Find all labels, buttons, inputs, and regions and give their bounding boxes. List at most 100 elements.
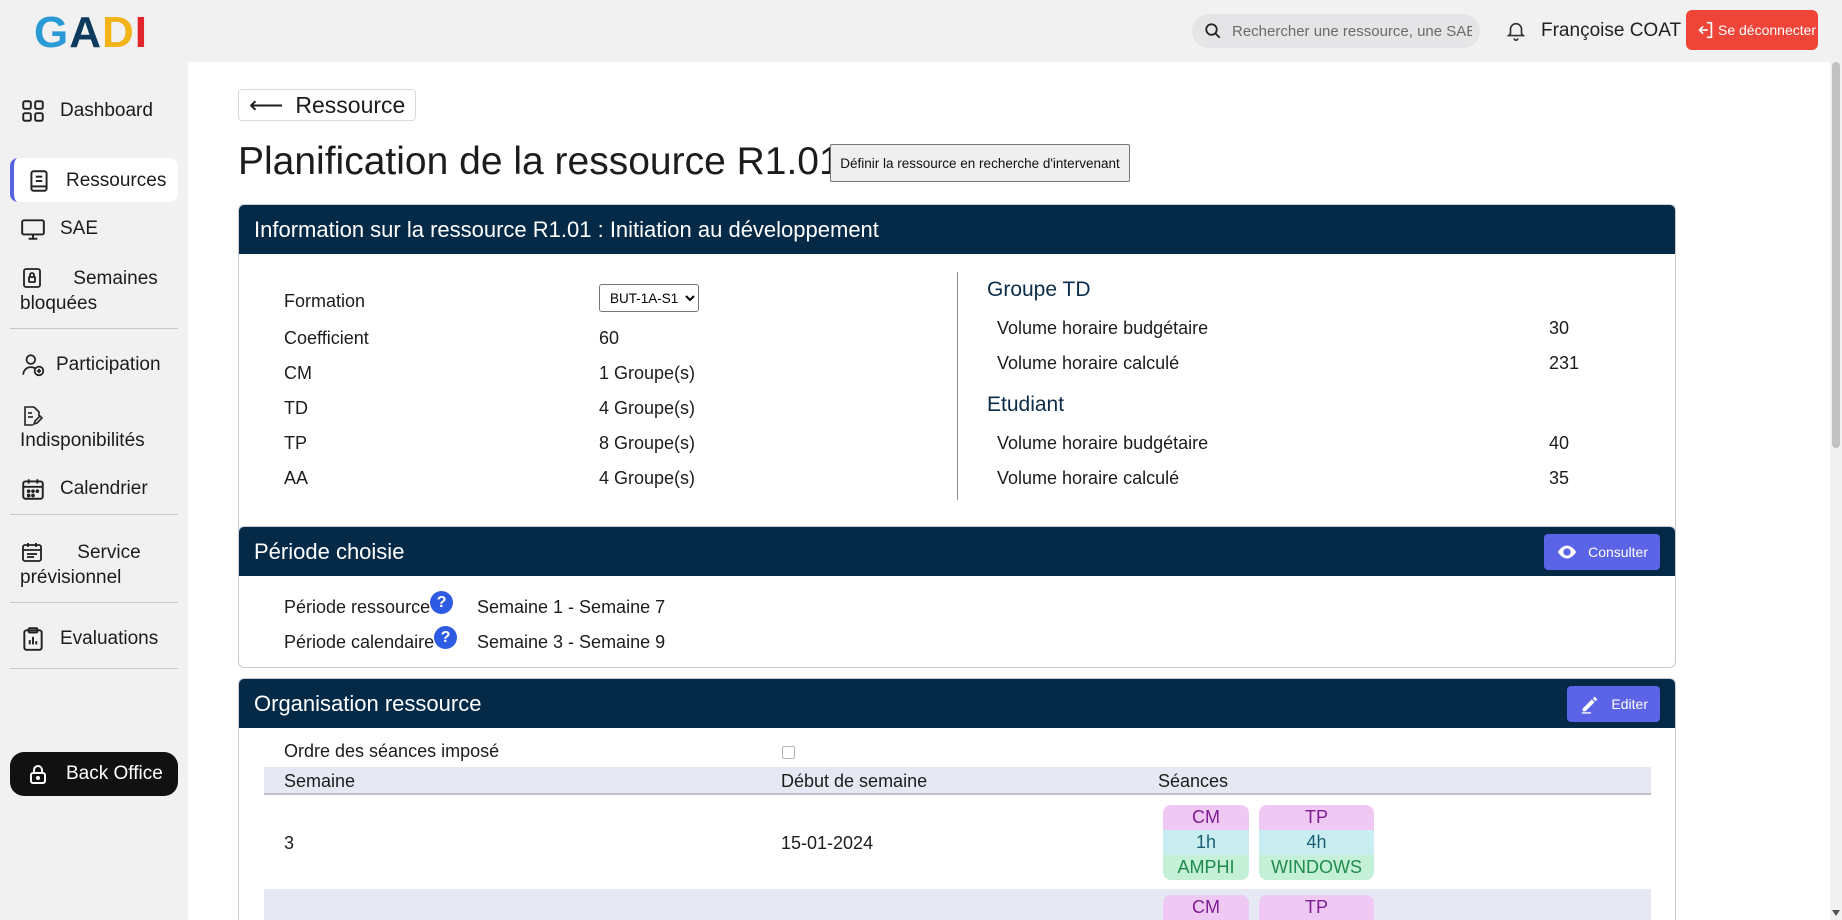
formation-label: Formation [284,291,366,311]
grid-icon [22,100,44,122]
logo-letter: A [69,8,103,57]
logo-letter: G [34,8,70,57]
scrollbar-thumb[interactable] [1832,62,1840,448]
groupe-td-budget-value: 30 [1549,318,1570,338]
eye-icon [1557,545,1577,559]
sidebar-item-label: Indisponibilités [20,430,145,451]
ordre-label: Ordre des séances imposé [284,741,500,761]
sidebar-item-label: Calendrier [60,478,148,499]
coefficient-value: 60 [599,328,620,348]
scroll-down-arrow-icon[interactable] [1832,910,1840,916]
consulter-button[interactable]: Consulter [1544,534,1660,570]
coefficient-label: Coefficient [284,328,369,348]
organisation-card-header: Organisation ressource Editer [239,679,1675,728]
seance-chip[interactable]: CM 1h AMPHI [1163,805,1249,880]
seance-chip[interactable]: TP 4h WINDOWS [1259,805,1374,880]
book-icon [30,170,48,192]
groupe-td-heading: Groupe TD [987,278,1091,301]
consulter-label: Consulter [1588,544,1648,560]
user-add-icon [22,354,45,377]
etudiant-calc-value: 35 [1549,468,1570,488]
groupe-td-calc-value: 231 [1549,353,1580,373]
logo-letter: I [134,8,149,57]
periode-card-title: Période choisie [254,538,405,564]
logout-button[interactable]: Se déconnecter [1686,10,1818,50]
main-content: ⟵ Ressource Planification de la ressourc… [188,62,1830,920]
lock-doc-icon [23,268,41,288]
arrow-left-icon: ⟵ [249,91,284,119]
editer-button[interactable]: Editer [1567,686,1660,722]
seance-type: CM [1163,805,1249,830]
periode-calendaire-label: Période calendaire? [284,626,458,655]
etudiant-budget-label: Volume horaire budgétaire [997,433,1209,453]
bell-icon[interactable] [1505,20,1527,42]
column-header: Semaine [284,771,356,791]
search-bar[interactable] [1192,14,1480,48]
periode-calendaire-text: Période calendaire [284,632,435,652]
groupe-td-budget-label: Volume horaire budgétaire [997,318,1209,338]
sidebar-divider [10,668,178,669]
formation-select[interactable]: BUT-1A-S1 [599,284,699,312]
cm-label: CM [284,363,312,383]
sidebar-item-dashboard[interactable]: Dashboard [10,98,178,124]
periode-ressource-value: Semaine 1 - Semaine 7 [477,597,666,617]
sidebar-item-participation[interactable]: Participation [10,352,178,378]
back-button[interactable]: ⟵ Ressource [238,89,417,121]
page-scrollbar[interactable] [1830,62,1842,920]
app-logo[interactable]: GADI [34,8,148,58]
organisation-card-title: Organisation ressource [254,690,482,716]
pencil-icon [1582,696,1598,714]
user-name[interactable]: Françoise COAT [1541,20,1681,42]
back-office-button[interactable]: Back Office [10,752,178,796]
sidebar: Dashboard Ressources SAE Semaines bloqué… [0,62,188,920]
logo-letter: D [102,8,135,57]
sidebar-item-ressources[interactable]: Ressources [10,158,178,202]
info-card: Information sur la ressource R1.01 : Ini… [238,204,1676,578]
help-icon[interactable]: ? [430,591,454,614]
logout-label: Se déconnecter [1718,22,1817,38]
periode-card: Période choisie Consulter Période ressou… [238,526,1676,668]
periode-ressource-text: Période ressource [284,597,431,617]
sidebar-divider [10,514,178,515]
column-header: Début de semaine [781,771,928,791]
sidebar-item-indisponibilites[interactable]: Indisponibilités [10,404,178,454]
sidebar-item-calendrier[interactable]: Calendrier [10,476,178,502]
seance-salle: AMPHI [1163,855,1249,880]
clipboard-icon [23,627,43,651]
seance-type: CM [1163,895,1249,920]
info-card-title: Information sur la ressource R1.01 : Ini… [254,216,879,242]
sidebar-item-label: Dashboard [60,100,153,121]
td-label: TD [284,398,308,418]
define-search-intervenant-button[interactable]: Définir la ressource en recherche d'inte… [830,144,1130,182]
back-office-label: Back Office [66,763,163,784]
calendar-list-icon [22,543,42,562]
sidebar-item-evaluations[interactable]: Evaluations [10,626,178,652]
aa-label: AA [284,468,309,488]
semaine-cell: 3 [284,833,295,853]
sidebar-item-label: Ressources [66,170,167,191]
seance-duree: 1h [1163,830,1249,855]
periode-calendaire-value: Semaine 3 - Semaine 9 [477,632,666,652]
search-icon [1205,23,1221,39]
groupe-td-calc-label: Volume horaire calculé [997,353,1180,373]
sidebar-item-service-previsionnel[interactable]: Service prévisionnel [10,540,178,590]
seance-chip[interactable]: CM [1163,895,1249,920]
sidebar-item-semaines-bloquees[interactable]: Semaines bloquées [10,266,178,316]
table-row: 3 15-01-2024 CM 1h AMPHI TP 4h WINDOWS [264,797,1651,889]
tp-label: TP [284,433,308,453]
table-header: Semaine Début de semaine Séances [264,767,1651,795]
sidebar-item-sae[interactable]: SAE [10,216,178,242]
seance-duree: 4h [1259,830,1374,855]
td-value: 4 Groupe(s) [599,398,696,418]
help-icon[interactable]: ? [434,626,458,649]
sidebar-divider [10,328,178,329]
column-header: Séances [1158,771,1229,791]
page-title: Planification de la ressource R1.01 [238,140,841,183]
lock-icon [30,765,46,784]
aa-value: 4 Groupe(s) [599,468,696,488]
ordre-checkbox[interactable] [782,746,795,759]
etudiant-calc-label: Volume horaire calculé [997,468,1180,488]
seance-chip[interactable]: TP [1259,895,1374,920]
search-input[interactable] [1232,14,1472,48]
periode-ressource-label: Période ressource? [284,591,454,620]
